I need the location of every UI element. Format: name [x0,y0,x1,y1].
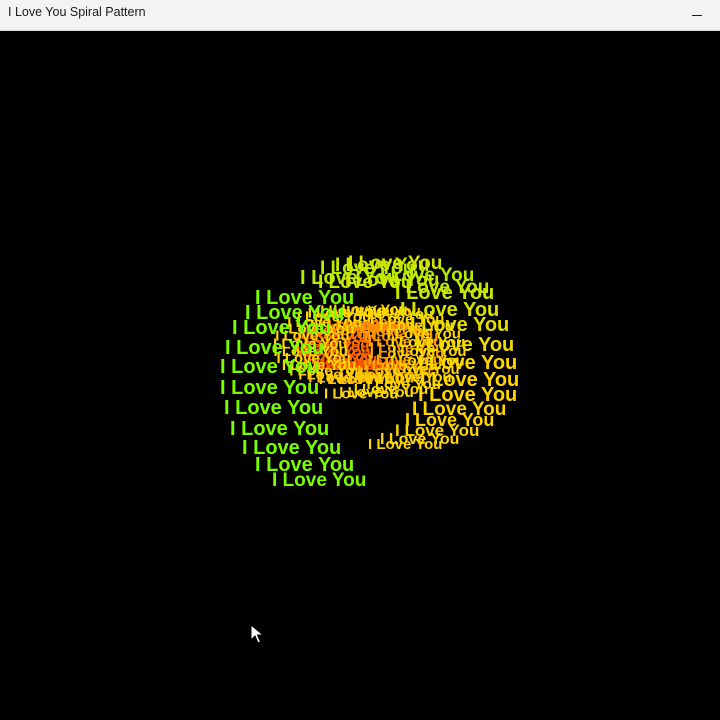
spiral-phrase-90: I Love You [272,470,366,491]
spiral-phrase-85: I Love You [220,377,319,399]
spiral-phrase-79: I Love You [395,277,489,298]
spiral-phrase-62: I Love You [410,314,509,336]
drawing-canvas: I Love You I Love You I Love You I Love You… [0,31,720,720]
spiral-phrase-71: I Love You [368,436,442,453]
mouse-pointer-icon [250,624,264,644]
spiral-phrase-59: I Love You [324,385,398,402]
minimize-icon [692,14,702,16]
spiral-phrase-84: I Love You [220,356,319,378]
spiral-phrase-82: I Love You [232,317,331,339]
app-window: I Love You Spiral Pattern I Love You I Lo… [0,0,720,720]
title-bar[interactable]: I Love You Spiral Pattern [0,0,720,31]
window-title: I Love You Spiral Pattern [8,5,146,19]
minimize-button[interactable] [674,0,720,30]
spiral-pattern: I Love YouI Love YouI Love YouI Love You… [220,253,519,491]
spiral-phrase-86: I Love You [224,397,323,419]
